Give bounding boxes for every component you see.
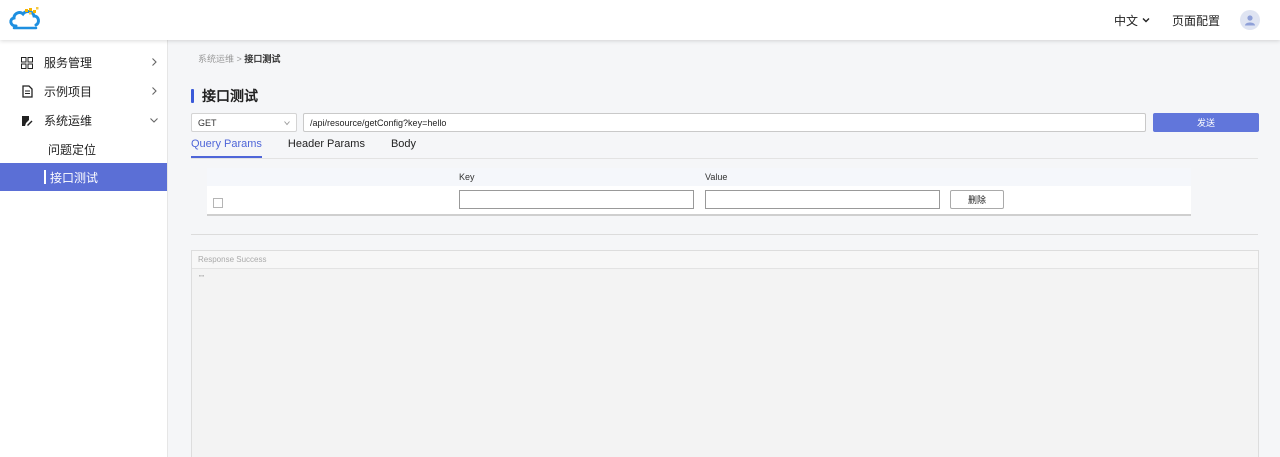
chevron-right-icon bbox=[152, 87, 157, 95]
active-indicator bbox=[44, 170, 46, 184]
row-checkbox[interactable] bbox=[213, 198, 223, 208]
method-value: GET bbox=[198, 117, 217, 128]
tab-header-params[interactable]: Header Params bbox=[288, 138, 365, 158]
delete-button-label: 删除 bbox=[967, 195, 986, 205]
chevron-down-icon bbox=[284, 121, 290, 126]
breadcrumb-current: 接口测试 bbox=[244, 54, 281, 64]
language-selector[interactable]: 中文 bbox=[1114, 12, 1150, 29]
response-title: Response Success bbox=[192, 251, 1258, 269]
main-content: 系统运维 > 接口测试 接口测试 GET /api/resource/getCo… bbox=[168, 40, 1280, 457]
sidebar-item-service-management[interactable]: 服务管理 bbox=[0, 48, 167, 77]
sidebar-subitem-label: 问题定位 bbox=[48, 142, 97, 157]
title-accent-bar bbox=[191, 89, 194, 103]
grid-icon bbox=[20, 56, 34, 70]
breadcrumb: 系统运维 > 接口测试 bbox=[198, 52, 280, 65]
divider bbox=[191, 234, 1258, 235]
method-select[interactable]: GET bbox=[191, 113, 297, 132]
column-header-value: Value bbox=[705, 172, 728, 182]
sidebar-item-example-projects[interactable]: 示例项目 bbox=[0, 77, 167, 106]
page-title: 接口测试 bbox=[191, 86, 258, 106]
column-header-actions bbox=[938, 168, 1191, 186]
breadcrumb-parent[interactable]: 系统运维 bbox=[198, 54, 234, 64]
page-config-link[interactable]: 页面配置 bbox=[1172, 12, 1220, 29]
sidebar-item-label: 示例项目 bbox=[44, 85, 93, 99]
url-value: /api/resource/getConfig?key=hello bbox=[310, 117, 447, 128]
url-input[interactable]: /api/resource/getConfig?key=hello bbox=[303, 113, 1146, 132]
page-title-text: 接口测试 bbox=[202, 88, 258, 104]
params-table: Key Value 删除 bbox=[207, 168, 1191, 216]
send-button-label: 发送 bbox=[1196, 118, 1215, 128]
value-input[interactable] bbox=[705, 190, 940, 209]
sidebar: 服务管理 示例项目 系统运维 问题定位 接口测试 bbox=[0, 40, 168, 457]
response-body[interactable]: "" bbox=[192, 269, 1258, 288]
tab-body[interactable]: Body bbox=[391, 138, 416, 158]
send-button[interactable]: 发送 bbox=[1153, 113, 1259, 132]
user-icon bbox=[1245, 15, 1255, 26]
chevron-right-icon bbox=[152, 58, 157, 66]
language-label: 中文 bbox=[1113, 13, 1138, 28]
avatar[interactable] bbox=[1240, 10, 1260, 30]
table-header: Key Value bbox=[207, 168, 1191, 186]
sidebar-subitem-issue-locate[interactable]: 问题定位 bbox=[0, 135, 167, 163]
sidebar-item-label: 服务管理 bbox=[44, 56, 93, 70]
sidebar-subitem-api-test[interactable]: 接口测试 bbox=[0, 163, 167, 191]
edit-icon bbox=[20, 114, 34, 128]
column-header-key: Key bbox=[459, 172, 475, 182]
document-icon bbox=[20, 85, 34, 99]
breadcrumb-separator: > bbox=[236, 54, 242, 64]
request-tabs: Query Params Header Params Body bbox=[191, 138, 1258, 159]
column-header-select bbox=[207, 168, 452, 186]
response-panel: Response Success "" bbox=[191, 250, 1259, 457]
chevron-down-icon bbox=[150, 118, 158, 123]
sidebar-subitem-label: 接口测试 bbox=[50, 170, 99, 185]
chevron-down-icon bbox=[1142, 18, 1150, 23]
table-row: 删除 bbox=[207, 186, 1191, 214]
delete-button[interactable]: 删除 bbox=[950, 190, 1004, 209]
cloud-logo[interactable] bbox=[8, 6, 42, 32]
sidebar-item-label: 系统运维 bbox=[44, 114, 93, 128]
top-header: 中文 页面配置 bbox=[0, 0, 1280, 40]
key-input[interactable] bbox=[459, 190, 694, 209]
sidebar-item-system-ops[interactable]: 系统运维 bbox=[0, 106, 167, 135]
tab-query-params[interactable]: Query Params bbox=[191, 138, 262, 158]
